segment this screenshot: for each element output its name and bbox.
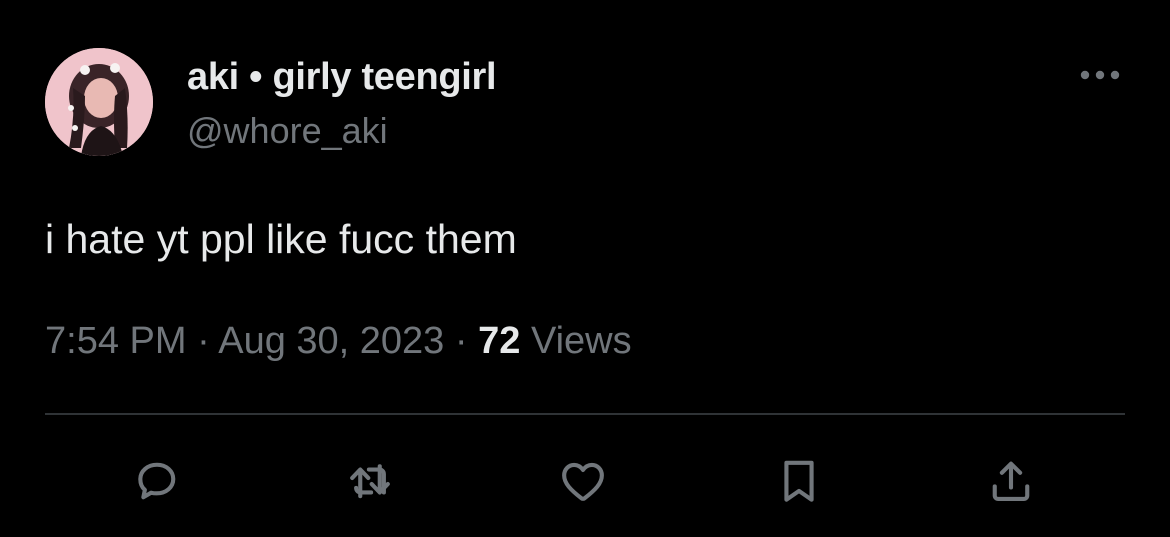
- share-icon: [992, 461, 1030, 502]
- retweet-icon: [350, 464, 390, 499]
- reply-icon: [138, 462, 176, 500]
- tweet-date[interactable]: Aug 30, 2023: [218, 320, 444, 362]
- meta-separator: ·: [454, 320, 468, 362]
- tweet-time[interactable]: 7:54 PM: [45, 320, 187, 362]
- bookmark-icon: [784, 460, 814, 502]
- avatar-image: [45, 48, 153, 156]
- divider: [45, 413, 1125, 415]
- views-count[interactable]: 72: [478, 320, 520, 362]
- user-handle[interactable]: @whore_aki: [187, 110, 388, 152]
- action-bar: [0, 450, 1170, 512]
- reply-button[interactable]: [126, 450, 188, 512]
- more-options-icon[interactable]: [1078, 58, 1122, 92]
- tweet-card: aki • girly teengirl @whore_aki i hate y…: [0, 0, 1170, 537]
- views-label: Views: [530, 320, 632, 362]
- display-name[interactable]: aki • girly teengirl: [187, 56, 497, 99]
- meta-separator: ·: [197, 320, 210, 362]
- retweet-button[interactable]: [339, 450, 401, 512]
- like-icon: [562, 462, 604, 501]
- tweet-text: i hate yt ppl like fucc them: [45, 216, 517, 262]
- share-button[interactable]: [980, 450, 1042, 512]
- avatar[interactable]: [45, 48, 153, 156]
- tweet-meta: 7:54 PM · Aug 30, 2023 · 72 Views: [45, 320, 632, 363]
- like-button[interactable]: [552, 450, 614, 512]
- bookmark-button[interactable]: [768, 450, 830, 512]
